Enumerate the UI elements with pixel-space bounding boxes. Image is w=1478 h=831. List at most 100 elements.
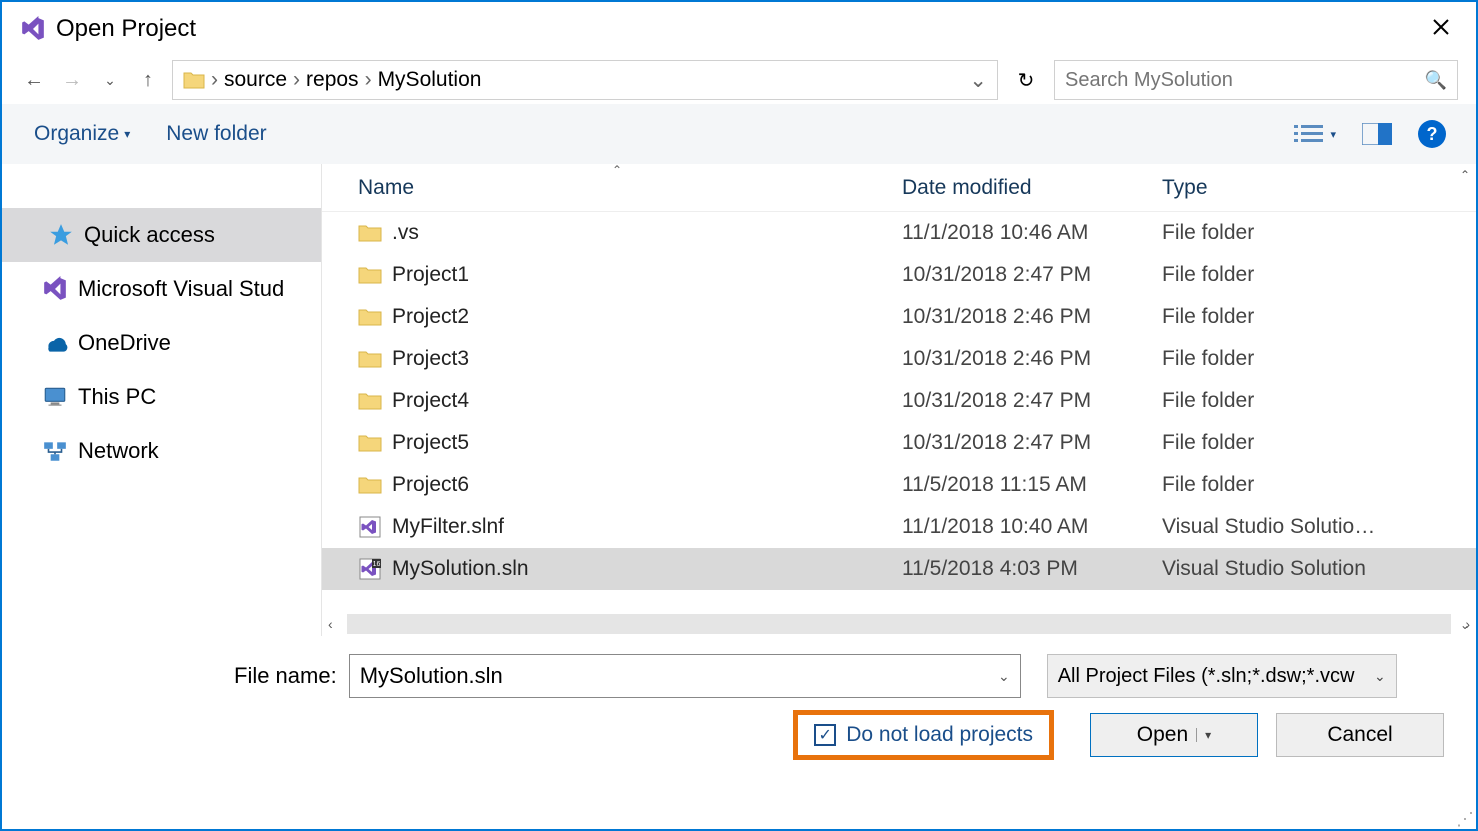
sidebar-item-vs[interactable]: Microsoft Visual Stud	[2, 262, 321, 316]
vertical-scrollbar[interactable]: ⌃ ⌄	[1454, 164, 1476, 636]
new-folder-button[interactable]: New folder	[166, 122, 266, 146]
dialog-title: Open Project	[56, 15, 196, 43]
sidebar-item-label: Network	[78, 438, 159, 464]
sidebar-item-onedrive[interactable]: OneDrive	[2, 316, 321, 370]
filename-row: File name: ⌄ All Project Files (*.sln;*.…	[34, 654, 1444, 698]
sidebar-item-label: This PC	[78, 384, 156, 410]
filter-label: All Project Files (*.sln;*.dsw;*.vcw	[1058, 665, 1355, 688]
organize-menu[interactable]: Organize ▾	[34, 122, 130, 146]
chevron-right-icon: ›	[293, 68, 300, 92]
preview-pane-button[interactable]	[1362, 123, 1392, 145]
file-type-cell: File folder	[1162, 263, 1476, 287]
body-area: Quick access Microsoft Visual Stud OneDriv…	[2, 164, 1476, 636]
open-label: Open	[1137, 723, 1188, 747]
open-button[interactable]: Open ▾	[1090, 713, 1258, 757]
file-name-cell: Project2	[322, 305, 902, 329]
sidebar: Quick access Microsoft Visual Stud OneDriv…	[2, 164, 322, 636]
file-type-cell: File folder	[1162, 305, 1476, 329]
organize-label: Organize	[34, 122, 119, 146]
file-name-cell: Project6	[322, 473, 902, 497]
breadcrumb-item[interactable]: MySolution	[378, 68, 482, 92]
file-list-area: ⌃ Name Date modified Type .vs11/1/2018 1…	[322, 164, 1476, 636]
column-headers: ⌃ Name Date modified Type	[322, 164, 1476, 212]
file-date-cell: 11/5/2018 11:15 AM	[902, 473, 1162, 497]
chevron-down-icon: ⌄	[1374, 668, 1386, 685]
chevron-right-icon: ›	[365, 68, 372, 92]
sidebar-item-label: Microsoft Visual Stud	[78, 276, 284, 302]
cancel-button[interactable]: Cancel	[1276, 713, 1444, 757]
do-not-load-projects-checkbox[interactable]: ✓	[814, 724, 836, 746]
chevron-down-icon[interactable]: ⌄	[969, 68, 987, 93]
file-date-cell: 11/1/2018 10:46 AM	[902, 221, 1162, 245]
close-icon	[1432, 18, 1450, 36]
file-name-cell: Project1	[322, 263, 902, 287]
file-date-cell: 10/31/2018 2:47 PM	[902, 389, 1162, 413]
file-type-cell: File folder	[1162, 389, 1476, 413]
file-row[interactable]: Project410/31/2018 2:47 PMFile folder	[322, 380, 1476, 422]
file-row[interactable]: Project210/31/2018 2:46 PMFile folder	[322, 296, 1476, 338]
file-row[interactable]: Project611/5/2018 11:15 AMFile folder	[322, 464, 1476, 506]
close-button[interactable]	[1424, 12, 1458, 46]
footer: File name: ⌄ All Project Files (*.sln;*.…	[2, 636, 1476, 770]
file-type-filter[interactable]: All Project Files (*.sln;*.dsw;*.vcw ⌄	[1047, 654, 1397, 698]
view-mode-button[interactable]: ▾	[1294, 123, 1336, 145]
scroll-up-icon[interactable]: ⌃	[1460, 168, 1470, 182]
filename-combobox[interactable]: ⌄	[349, 654, 1021, 698]
file-date-cell: 10/31/2018 2:47 PM	[902, 263, 1162, 287]
file-name-cell: 16MySolution.sln	[322, 557, 902, 581]
file-row[interactable]: 16MySolution.sln11/5/2018 4:03 PMVisual …	[322, 548, 1476, 590]
file-row[interactable]: Project510/31/2018 2:47 PMFile folder	[322, 422, 1476, 464]
file-row[interactable]: Project310/31/2018 2:46 PMFile folder	[322, 338, 1476, 380]
scrollbar-track[interactable]	[347, 614, 1452, 634]
file-date-cell: 10/31/2018 2:47 PM	[902, 431, 1162, 455]
search-box[interactable]: 🔍	[1054, 60, 1458, 100]
sidebar-item-pc[interactable]: This PC	[2, 370, 321, 424]
scroll-left-icon[interactable]: ‹	[322, 616, 339, 632]
column-type[interactable]: Type	[1162, 176, 1476, 200]
breadcrumb-bar[interactable]: › source › repos › MySolution ⌄	[172, 60, 998, 100]
file-name-cell: Project5	[322, 431, 902, 455]
split-button-chevron-icon[interactable]: ▾	[1196, 728, 1211, 742]
search-input[interactable]	[1065, 69, 1425, 92]
chevron-down-icon[interactable]: ⌄	[998, 668, 1010, 685]
horizontal-scrollbar[interactable]: ‹ ›	[322, 612, 1476, 636]
recent-dropdown[interactable]: ⌄	[96, 66, 124, 94]
breadcrumb-item[interactable]: repos	[306, 68, 359, 92]
up-button[interactable]: ↑	[134, 66, 162, 94]
do-not-load-projects-label[interactable]: Do not load projects	[846, 723, 1033, 747]
chevron-down-icon: ▾	[124, 127, 130, 141]
filename-input[interactable]	[360, 663, 998, 689]
file-row[interactable]: MyFilter.slnf11/1/2018 10:40 AMVisual St…	[322, 506, 1476, 548]
resize-grip-icon[interactable]: ⋰	[1456, 809, 1472, 825]
chevron-down-icon: ▾	[1330, 128, 1336, 141]
file-name-cell: Project4	[322, 389, 902, 413]
search-icon[interactable]: 🔍	[1425, 70, 1447, 91]
back-button[interactable]: ←	[20, 66, 48, 94]
help-button[interactable]: ?	[1418, 120, 1446, 148]
forward-button[interactable]: →	[58, 66, 86, 94]
file-row[interactable]: Project110/31/2018 2:47 PMFile folder	[322, 254, 1476, 296]
file-row[interactable]: .vs11/1/2018 10:46 AMFile folder	[322, 212, 1476, 254]
sidebar-item-label: OneDrive	[78, 330, 171, 356]
file-date-cell: 10/31/2018 2:46 PM	[902, 347, 1162, 371]
scroll-down-icon[interactable]: ⌄	[1460, 618, 1470, 632]
file-rows: .vs11/1/2018 10:46 AMFile folderProject1…	[322, 212, 1476, 612]
sidebar-item-label: Quick access	[84, 222, 215, 248]
chevron-right-icon: ›	[211, 68, 218, 92]
do-not-load-projects-highlight: ✓ Do not load projects	[793, 710, 1054, 760]
sort-indicator-icon: ⌃	[612, 163, 622, 177]
filename-label: File name:	[234, 663, 337, 689]
sidebar-item-quickaccess[interactable]: Quick access	[2, 208, 321, 262]
file-date-cell: 10/31/2018 2:46 PM	[902, 305, 1162, 329]
column-date-modified[interactable]: Date modified	[902, 176, 1162, 200]
file-date-cell: 11/1/2018 10:40 AM	[902, 515, 1162, 539]
column-name[interactable]: Name	[322, 176, 902, 200]
refresh-button[interactable]: ↻	[1008, 62, 1044, 98]
sidebar-item-network[interactable]: Network	[2, 424, 321, 478]
folder-icon	[183, 70, 205, 90]
breadcrumb-item[interactable]: source	[224, 68, 287, 92]
button-row: ✓ Do not load projects Open ▾ Cancel	[34, 710, 1444, 760]
cancel-label: Cancel	[1327, 723, 1392, 747]
file-type-cell: File folder	[1162, 347, 1476, 371]
svg-text:16: 16	[373, 561, 381, 568]
